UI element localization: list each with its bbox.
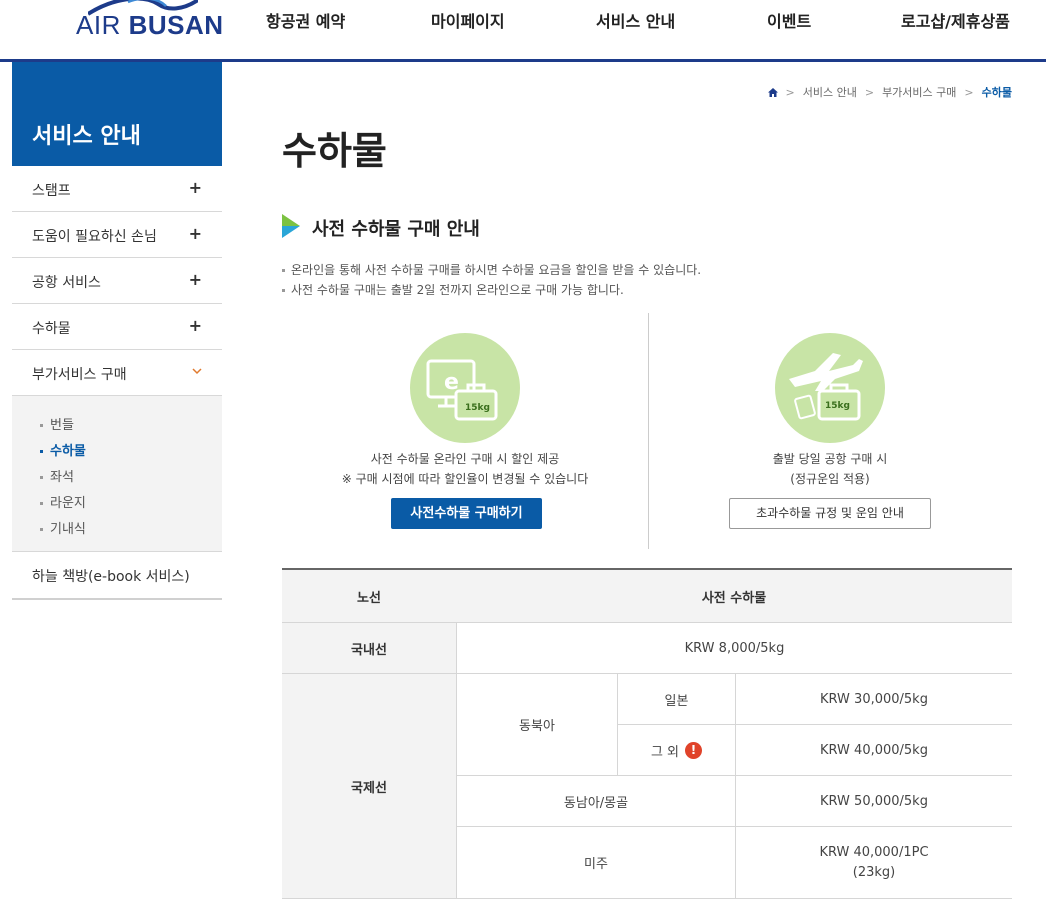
card-online-line1: 사전 수하물 온라인 구매 시 할인 제공 [370, 452, 560, 466]
row-us-label: 미주 [456, 827, 735, 899]
plus-icon: + [188, 270, 202, 289]
sidebar-submenu: 번들 수하물 좌석 라운지 기내식 [12, 396, 222, 552]
logo[interactable]: AIR BUSAN [76, 0, 223, 44]
online-baggage-illustration: e 15kg [410, 333, 520, 443]
nav-booking[interactable]: 항공권 예약 [266, 8, 345, 32]
airport-baggage-illustration: 15kg [775, 333, 885, 443]
sidebar-item-addon[interactable]: 부가서비스 구매 [12, 350, 222, 396]
section-arrow-icon [282, 214, 300, 238]
row-intl-label: 국제선 [282, 674, 456, 899]
table-header-prepaid: 사전 수하물 [456, 570, 1012, 623]
plus-icon: + [188, 178, 202, 197]
row-domestic-price: KRW 8,000/5kg [456, 623, 1012, 674]
card-airport-line1: 출발 당일 공항 구매 시 [772, 452, 888, 466]
row-domestic-label: 국내선 [282, 623, 456, 674]
row-us-price: KRW 40,000/1PC (23kg) [735, 827, 1012, 899]
breadcrumb-service[interactable]: 서비스 안내 [803, 84, 857, 100]
sidebar-item-assistance[interactable]: 도움이 필요하신 손님 + [12, 212, 222, 258]
table-header-route: 노선 [282, 570, 456, 623]
plus-icon: + [188, 224, 202, 243]
submenu-meal[interactable]: 기내식 [40, 518, 86, 537]
home-icon[interactable] [767, 87, 778, 97]
airplane-luggage-icon [789, 353, 863, 421]
breadcrumb: > 서비스 안내 > 부가서비스 구매 > 수하물 [767, 84, 1012, 100]
sidebar-item-airport[interactable]: 공항 서비스 + [12, 258, 222, 304]
breadcrumb-separator: > [964, 85, 974, 99]
row-japan-price: KRW 30,000/5kg [735, 674, 1012, 725]
submenu-bundle[interactable]: 번들 [40, 414, 74, 433]
nav-service[interactable]: 서비스 안내 [596, 8, 675, 32]
note-1: 온라인을 통해 사전 수하물 구매를 하시면 수하물 요금을 할인을 받을 수 … [282, 261, 701, 278]
submenu-baggage[interactable]: 수하물 [40, 440, 86, 459]
nav-mypage[interactable]: 마이페이지 [431, 8, 505, 32]
submenu-lounge[interactable]: 라운지 [40, 492, 86, 511]
nav-event[interactable]: 이벤트 [767, 8, 811, 32]
sidebar-item-baggage[interactable]: 수하물 + [12, 304, 222, 350]
weight-badge: 15kg [825, 401, 850, 411]
row-japan-label: 일본 [617, 674, 735, 725]
header: AIR BUSAN 항공권 예약 마이페이지 서비스 안내 이벤트 로고샵/제휴… [0, 0, 1046, 62]
row-sea-label: 동남아/몽골 [456, 776, 735, 827]
card-divider [648, 313, 649, 549]
sidebar-item-stamp[interactable]: 스탬프 + [12, 166, 222, 212]
page-title: 수하물 [282, 129, 387, 173]
row-other-price: KRW 40,000/5kg [735, 725, 1012, 776]
submenu-seat[interactable]: 좌석 [40, 466, 74, 485]
card-airport-line2: (정규운임 적용) [790, 472, 870, 486]
breadcrumb-separator: > [864, 85, 875, 99]
alert-icon[interactable]: ! [685, 741, 703, 759]
brand-name: AIR BUSAN [76, 10, 224, 40]
section-title: 사전 수하물 구매 안내 [312, 219, 480, 240]
card-online-line2: ※ 구매 시점에 따라 할인율이 변경될 수 있습니다 [341, 472, 589, 486]
breadcrumb-addon[interactable]: 부가서비스 구매 [882, 84, 956, 100]
weight-badge: 15kg [465, 403, 490, 413]
excess-baggage-info-button[interactable]: 초과수하물 규정 및 운임 안내 [729, 498, 931, 529]
nav-logoshop[interactable]: 로고샵/제휴상품 [901, 8, 1010, 32]
plus-icon: + [188, 316, 202, 335]
row-sea-price: KRW 50,000/5kg [735, 776, 1012, 827]
row-other-label: 그 외 ! [617, 725, 735, 776]
buy-prepaid-baggage-button[interactable]: 사전수하물 구매하기 [391, 498, 542, 529]
baggage-price-table: 노선 사전 수하물 국내선 KRW 8,000/5kg 국제선 동북아 일본 K… [282, 568, 1012, 899]
breadcrumb-separator: > [785, 85, 795, 99]
sidebar-item-ebook[interactable]: 하늘 책방(e-book 서비스) [12, 552, 222, 600]
chevron-down-icon [192, 368, 202, 375]
computer-luggage-icon: e [426, 359, 498, 421]
note-2: 사전 수하물 구매는 출발 2일 전까지 온라인으로 구매 가능 합니다. [282, 281, 624, 298]
sidebar-title: 서비스 안내 [12, 62, 222, 166]
breadcrumb-current: 수하물 [981, 86, 1012, 99]
row-northeast-label: 동북아 [456, 674, 617, 776]
